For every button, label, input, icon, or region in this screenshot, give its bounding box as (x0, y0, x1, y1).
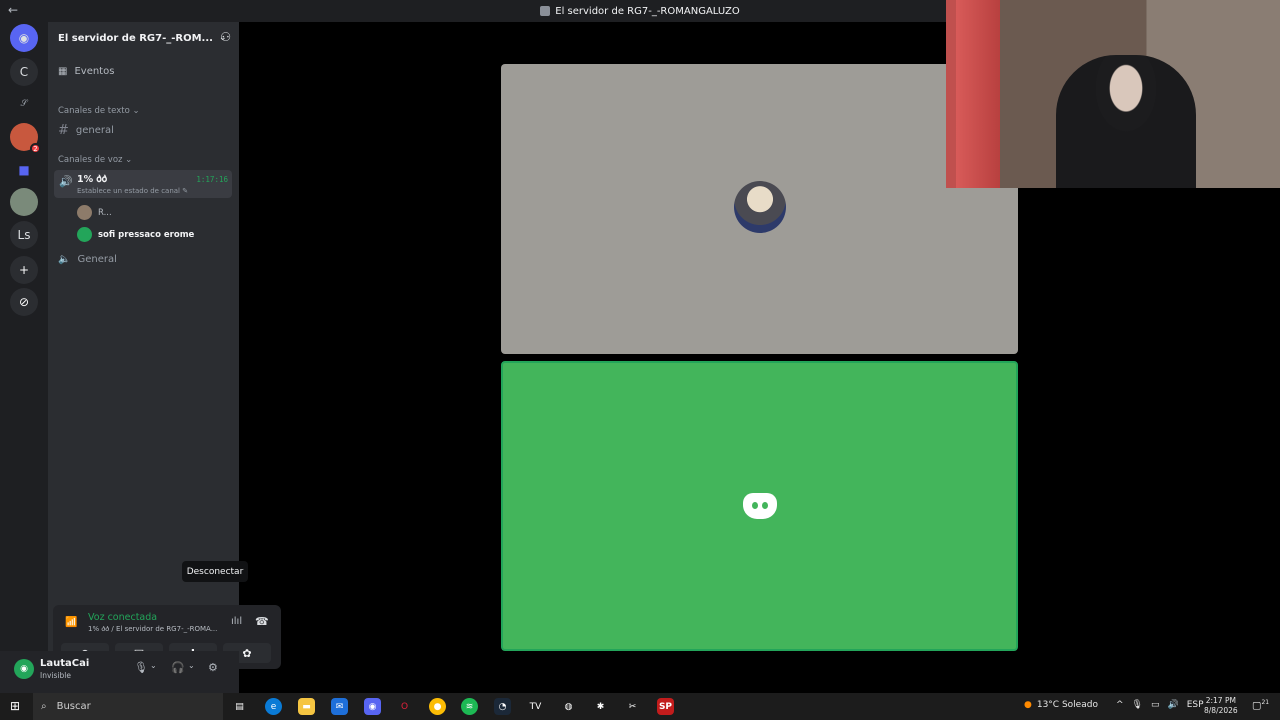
hash-icon: # (58, 123, 69, 138)
app-window: ← El servidor de RG7-_-ROMANGALUZO ◉ C 𝒮… (0, 0, 1280, 720)
webcam-background (956, 0, 1000, 188)
explore-icon[interactable]: ⊘ (10, 288, 38, 316)
server-ls[interactable]: Ls (10, 221, 38, 249)
server-header[interactable]: El servidor de RG7-_-ROM... ⌄ ⚇ (48, 22, 239, 54)
video-tile-speaking[interactable] (501, 361, 1018, 651)
tools-icon[interactable]: ✂ (624, 698, 641, 715)
invite-icon[interactable]: ⚇ (220, 30, 231, 44)
volume-icon[interactable]: 🔊 (1168, 700, 1179, 710)
voice-member[interactable]: R... (77, 205, 112, 220)
server-icon (540, 6, 551, 16)
notification-icon[interactable]: ▢21 (1252, 699, 1269, 711)
voice-member[interactable]: sofi pressaco erome (77, 227, 194, 242)
add-server-icon[interactable]: + (10, 256, 38, 284)
sp-app-icon[interactable]: SP (657, 698, 674, 715)
chevron-down-icon[interactable]: ⌄ (188, 661, 195, 670)
channel-sidebar: El servidor de RG7-_-ROM... ⌄ ⚇ ▦ Evento… (48, 22, 281, 693)
server-signature-icon[interactable]: 𝒮 (10, 90, 38, 118)
steam-icon[interactable]: ◔ (494, 698, 511, 715)
discord-taskbar-icon[interactable]: ◉ (364, 698, 381, 715)
server-c[interactable]: C (10, 58, 38, 86)
speaker-icon: 🔈 (58, 254, 71, 265)
taskbar-search[interactable]: ⌕ Buscar (33, 693, 223, 720)
participant-avatar (734, 181, 786, 233)
server-avatar-2[interactable] (10, 188, 38, 216)
microphone-icon[interactable]: 🎙 (134, 661, 148, 674)
tradingview-icon[interactable]: TV (527, 698, 544, 715)
disconnect-icon[interactable]: ☎ (255, 615, 269, 628)
mail-icon[interactable]: ✉ (331, 698, 348, 715)
avatar (77, 205, 92, 220)
channel-general[interactable]: # general (58, 123, 114, 138)
gear-icon[interactable]: ⚙ (208, 661, 218, 674)
slack-icon[interactable]: ✱ (592, 698, 609, 715)
category-voice[interactable]: Canales de voz ⌄ (58, 155, 132, 165)
webcam-person (1056, 55, 1196, 188)
file-explorer-icon[interactable]: ▬ (298, 698, 315, 715)
obs-icon[interactable]: ◍ (560, 698, 577, 715)
speaker-icon: 🔊 (59, 175, 73, 188)
category-text[interactable]: Canales de texto ⌄ (58, 106, 140, 116)
user-avatar[interactable]: ◉ (14, 659, 34, 679)
chevron-down-icon[interactable]: ⌄ (150, 661, 157, 670)
avatar (77, 227, 92, 242)
folder-icon[interactable]: ■ (10, 156, 38, 184)
noise-suppression-icon[interactable]: ılıl (231, 616, 242, 627)
back-arrow-icon[interactable]: ← (8, 3, 18, 17)
events-item[interactable]: ▦ Eventos (58, 66, 114, 77)
chevron-up-icon[interactable]: ^ (1116, 700, 1124, 710)
calendar-icon: ▦ (58, 66, 68, 77)
spotify-icon[interactable]: ≋ (461, 698, 478, 715)
discord-home-icon[interactable]: ◉ (10, 24, 38, 52)
chrome-icon[interactable]: ● (429, 698, 446, 715)
server-avatar-1[interactable]: 2 (10, 123, 41, 154)
clock[interactable]: 2:17 PM 8/8/2026 (1204, 696, 1238, 716)
discord-logo-icon (742, 493, 777, 519)
system-tray: ^ 🎙 ▭ 🔊 ESP (1116, 700, 1204, 710)
webcam-overlay (946, 0, 1280, 188)
channel-status[interactable]: Establece un estado de canal ✎ (77, 187, 188, 195)
video-tile-user[interactable] (501, 64, 1018, 354)
mention-badge: 2 (30, 143, 41, 154)
disconnect-tooltip: Desconectar (182, 561, 248, 582)
sun-icon: ● (1024, 700, 1032, 710)
voice-channel-general[interactable]: 🔈 General (58, 254, 117, 265)
server-rail: ◉ C 𝒮 2 ■ Ls + ⊘ (0, 22, 48, 693)
search-icon: ⌕ (41, 701, 47, 712)
headphones-icon[interactable]: 🎧 (171, 661, 185, 674)
edge-icon[interactable]: e (265, 698, 282, 715)
network-icon[interactable]: ▭ (1151, 700, 1160, 710)
taskbar: ⊞ ⌕ Buscar ▤ e ▬ ✉ ◉ O ● ≋ ◔ TV ◍ ✱ ✂ SP… (0, 693, 1280, 720)
microphone-icon[interactable]: 🎙 (1132, 700, 1143, 710)
windows-start-icon[interactable]: ⊞ (10, 699, 20, 713)
voice-channel-active[interactable]: 🔊 1% 𐌳𐌳 1:17:16 Establece un estado de c… (54, 170, 232, 198)
opera-icon[interactable]: O (396, 698, 413, 715)
task-view-icon[interactable]: ▤ (231, 698, 248, 715)
window-title: El servidor de RG7-_-ROMANGALUZO (540, 6, 740, 17)
user-panel: ◉ LautaCai Invisible 🎙 ⌄ 🎧 ⌄ ⚙ (0, 651, 239, 693)
weather-widget[interactable]: ● 13°C Soleado (1024, 700, 1098, 710)
signal-icon[interactable]: 📶 (65, 617, 77, 628)
